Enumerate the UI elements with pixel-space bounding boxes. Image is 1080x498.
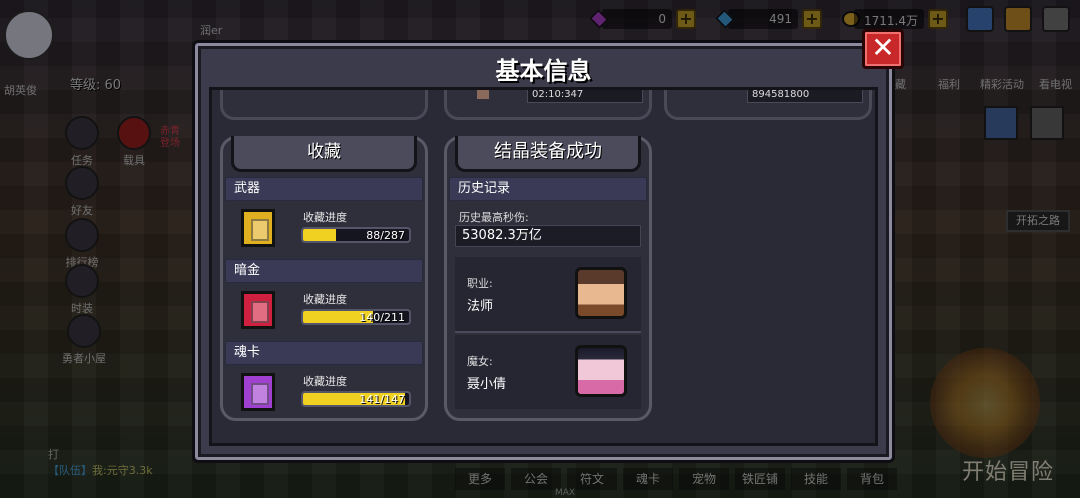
weapon-progress-label: 收藏进度	[303, 211, 347, 224]
soul-card-progress-text: 141/147	[359, 393, 405, 406]
info-card-stub-3: 894581800	[664, 90, 872, 120]
soul-card-progress-label: 收藏进度	[303, 375, 347, 388]
soul-card-progress-bar: 141/147	[301, 391, 411, 407]
mage-avatar	[575, 267, 627, 319]
weapon-progress-bar: 88/287	[301, 227, 411, 243]
section-dark-gold: 暗金	[225, 259, 423, 283]
stub-value-1: 02:10:347	[527, 90, 643, 103]
info-card-stub-1	[220, 90, 428, 120]
history-panel: 结晶装备成功 历史记录 历史最高秒伤: 53082.3万亿 职业: 法师 魔女:…	[444, 136, 652, 421]
dark-gold-progress-text: 140/211	[359, 311, 405, 324]
section-soul-cards: 魂卡	[225, 341, 423, 365]
collection-panel: 收藏 武器 收藏进度 88/287 暗金 收藏进度 140/211 魂卡 收藏进…	[220, 136, 428, 421]
pet-value: 聂小倩	[467, 377, 507, 392]
soul-card-collection-icon	[241, 373, 275, 411]
clock-icon	[477, 90, 489, 99]
dialog-title: 基本信息	[495, 57, 592, 85]
max-dps-value: 53082.3万亿	[455, 225, 641, 247]
pet-card: 魔女: 聂小倩	[455, 335, 641, 409]
stub-value-2: 894581800	[747, 90, 863, 103]
class-value: 法师	[467, 299, 494, 314]
max-dps-label: 历史最高秒伤:	[459, 211, 529, 224]
class-card: 职业: 法师	[455, 257, 641, 331]
section-weapons: 武器	[225, 177, 423, 201]
dark-gold-collection-icon	[241, 291, 275, 329]
dark-gold-progress-label: 收藏进度	[303, 293, 347, 306]
close-button[interactable]: ✕	[862, 29, 904, 69]
class-label: 职业:	[467, 277, 493, 290]
info-card-stub-2: 02:10:347	[444, 90, 652, 120]
pet-label: 魔女:	[467, 355, 493, 368]
weapon-collection-icon	[241, 209, 275, 247]
card-divider	[455, 331, 641, 333]
toast-message: 结晶装备成功	[455, 136, 641, 172]
weapon-progress-text: 88/287	[366, 229, 405, 242]
dialog-content: 02:10:347 894581800 收藏 武器 收藏进度 88/287 暗金…	[209, 87, 878, 446]
weapon-progress-fill	[303, 229, 336, 241]
collection-title: 收藏	[231, 136, 417, 172]
dark-gold-progress-bar: 140/211	[301, 309, 411, 325]
section-history: 历史记录	[449, 177, 647, 201]
witch-avatar	[575, 345, 627, 397]
basic-info-dialog: 基本信息 ✕ 02:10:347 894581800 收藏 武器 收藏进度 88…	[192, 29, 904, 463]
